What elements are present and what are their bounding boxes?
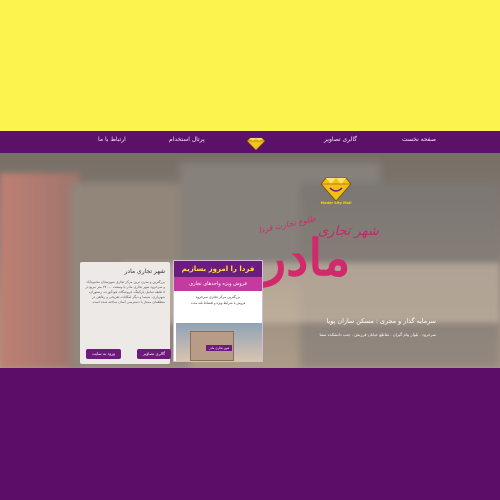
promo-subtitle: فروش ویژه واحدهای تجاری <box>174 277 262 291</box>
diamond-logo-icon[interactable] <box>246 133 266 151</box>
nav-contact-link[interactable]: ارتباط با ما <box>98 136 126 143</box>
info-card-body: بزرگترین و مدرن ترین مرکز تجاری شهرستان … <box>85 280 165 304</box>
promo-building-image: شهر تجاری مادر <box>176 323 262 361</box>
nav-gallery-link[interactable]: گالری تصاویر <box>324 136 357 143</box>
gallery-button[interactable]: گالری تصاویر <box>137 349 172 359</box>
brand-logo-text: Mader Sity Mall <box>320 201 352 205</box>
nav-home-link[interactable]: صفحه نخست <box>402 136 436 143</box>
info-card-title: شهر تجاری مادر <box>124 268 166 275</box>
bottom-purple-band <box>0 368 500 500</box>
promo-image-tag: شهر تجاری مادر <box>206 345 233 351</box>
promo-line-1: بزرگترین مرکز تجاری سرخرود <box>195 295 241 299</box>
hero-address-text: سرخرود . بلوار پیام گیران . تقاطع خیابان… <box>319 332 436 337</box>
hero-investor-text: سرمایه گذار و مجری : مسکن سازان پویا <box>326 317 436 325</box>
promo-line-2: فروش با شرایط ویژه و اقساط بلند مدت <box>190 301 246 305</box>
nav-jobs-link[interactable]: پرتال استخدام <box>169 136 205 143</box>
website-button[interactable]: ورود به سایت <box>86 349 121 359</box>
brand-logo-icon <box>320 177 352 202</box>
promo-headline: فردا را امروز بسازیم <box>174 261 262 277</box>
hero-headline: مادر <box>262 228 351 287</box>
top-yellow-band <box>0 0 500 131</box>
promo-poster[interactable]: فردا را امروز بسازیم فروش ویژه واحدهای ت… <box>173 260 263 362</box>
